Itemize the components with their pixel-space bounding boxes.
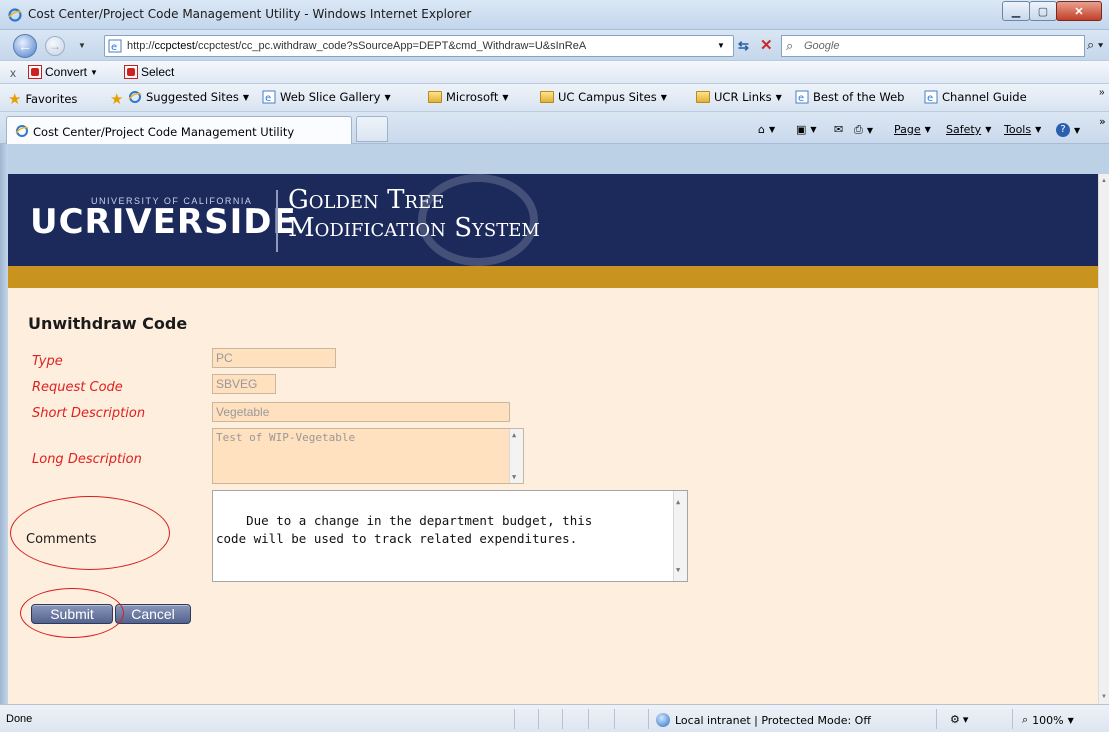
- tab-active[interactable]: Cost Center/Project Code Management Util…: [6, 116, 352, 144]
- svg-text:e: e: [265, 93, 271, 104]
- page-icon: e: [108, 39, 122, 53]
- address-row: ← → ▼ e http://ccpctest/ccpctest/cc_pc.w…: [0, 30, 1109, 60]
- address-url[interactable]: http://ccpctest/ccpctest/cc_pc.withdraw_…: [127, 40, 697, 52]
- convert-button[interactable]: Convert ▼: [28, 65, 98, 79]
- gold-strip: [8, 266, 1098, 288]
- svg-text:e: e: [798, 93, 804, 104]
- ie-tab-icon: [15, 125, 29, 137]
- ie-logo-icon: [8, 8, 22, 22]
- select-pdf-icon: [124, 65, 138, 79]
- search-go-icon[interactable]: ⌕ ▾: [1087, 37, 1103, 53]
- scroll-up-icon[interactable]: ▲: [1101, 178, 1107, 184]
- convert-dropdown-icon: ▼: [90, 67, 98, 77]
- request-code-field: SBVEG: [212, 374, 276, 394]
- window-left-frame: [0, 144, 8, 704]
- page-menu[interactable]: Page ▼: [894, 123, 931, 136]
- refresh-icon[interactable]: ⇆: [738, 38, 749, 54]
- favorites-overflow-icon[interactable]: »: [1099, 87, 1105, 98]
- security-zone[interactable]: Local intranet | Protected Mode: Off: [656, 713, 871, 727]
- ucr-banner: UNIVERSITY OF CALIFORNIA UCRIVERSIDE Gol…: [8, 174, 1098, 266]
- short-description-field: Vegetable: [212, 402, 510, 422]
- page-content: UNIVERSITY OF CALIFORNIA UCRIVERSIDE Gol…: [8, 174, 1098, 704]
- feeds-icon[interactable]: ▣ ▼: [796, 123, 817, 136]
- form-title: Unwithdraw Code: [28, 314, 188, 333]
- fav-item-web-slice-gallery[interactable]: e Web Slice Gallery ▼: [262, 90, 391, 104]
- home-icon[interactable]: ⌂ ▼: [758, 123, 775, 136]
- minimize-button[interactable]: ▁: [1002, 1, 1030, 21]
- mail-icon[interactable]: ✉: [834, 123, 843, 136]
- svg-text:e: e: [111, 42, 117, 53]
- svg-text:e: e: [927, 93, 933, 104]
- ucr-logo: UCRIVERSIDE: [30, 202, 297, 242]
- select-button[interactable]: Select: [124, 65, 174, 79]
- stop-icon[interactable]: ✕: [760, 36, 773, 54]
- type-label: Type: [32, 354, 63, 369]
- close-toolbar-icon[interactable]: x: [10, 66, 16, 80]
- back-button[interactable]: ←: [13, 34, 37, 58]
- window-title-bar: Cost Center/Project Code Management Util…: [0, 0, 1109, 30]
- close-button[interactable]: ✕: [1056, 1, 1102, 21]
- ie-page-icon: [128, 91, 142, 103]
- address-bar[interactable]: e http://ccpctest/ccpctest/cc_pc.withdra…: [104, 35, 734, 57]
- comments-highlight-circle: [10, 496, 170, 570]
- forward-button[interactable]: →: [45, 36, 65, 56]
- page-scrollbar[interactable]: ▲ ▼: [1098, 174, 1109, 704]
- tab-title: Cost Center/Project Code Management Util…: [33, 125, 295, 139]
- status-bar: Done Local intranet | Protected Mode: Of…: [0, 704, 1109, 732]
- fav-item-channel-guide[interactable]: e Channel Guide: [924, 90, 1027, 104]
- new-tab-button[interactable]: [356, 116, 388, 142]
- long-description-label: Long Description: [32, 452, 142, 467]
- maximize-button[interactable]: ▢: [1029, 1, 1057, 21]
- window-title: Cost Center/Project Code Management Util…: [28, 7, 472, 21]
- folder-icon: [428, 91, 442, 103]
- system-title: Golden Tree Modification System: [288, 185, 540, 243]
- intranet-globe-icon: [656, 713, 670, 727]
- fav-item-ucr-links[interactable]: UCR Links ▼: [696, 90, 782, 104]
- folder-icon: [540, 91, 554, 103]
- long-description-scrollbar[interactable]: ▲ ▼: [509, 429, 523, 483]
- protected-mode-icon[interactable]: ⚙ ▾: [950, 713, 968, 726]
- search-placeholder: Google: [804, 40, 840, 52]
- comments-textarea[interactable]: Due to a change in the department budget…: [212, 490, 688, 582]
- zoom-icon: ⌕: [1022, 713, 1029, 726]
- fav-item-microsoft[interactable]: Microsoft ▼: [428, 90, 509, 104]
- help-icon[interactable]: ? ▼: [1056, 123, 1080, 137]
- banner-divider: [276, 190, 278, 252]
- favorites-star-icon: ★: [8, 90, 22, 108]
- command-bar: x Convert ▼ Select: [0, 60, 1109, 84]
- folder-icon: [696, 91, 710, 103]
- ie-page-icon: e: [795, 90, 809, 104]
- zoom-level[interactable]: ⌕ 100% ▼: [1022, 713, 1074, 727]
- ie-page-icon: e: [924, 90, 938, 104]
- ie-page-icon: e: [262, 90, 276, 104]
- print-icon[interactable]: ⎙ ▼: [854, 123, 873, 137]
- submit-highlight-circle: [20, 588, 124, 638]
- fav-item-best-of-the-web[interactable]: e Best of the Web: [795, 90, 904, 104]
- favorites-button[interactable]: ★ Favorites: [8, 90, 77, 108]
- fav-item-suggested-sites[interactable]: Suggested Sites ▼: [128, 90, 249, 104]
- request-code-label: Request Code: [32, 380, 123, 395]
- long-description-field: Test of WIP-Vegetable ▲ ▼: [212, 428, 524, 484]
- short-description-label: Short Description: [32, 406, 146, 421]
- type-field: PC: [212, 348, 336, 368]
- tab-row: Cost Center/Project Code Management Util…: [0, 112, 1109, 144]
- address-dropdown-icon[interactable]: ▼: [717, 41, 725, 50]
- safety-menu[interactable]: Safety ▼: [946, 123, 991, 136]
- search-box[interactable]: ⌕ Google: [781, 35, 1085, 57]
- add-favorites-icon[interactable]: ★: [110, 90, 123, 108]
- scroll-down-icon[interactable]: ▼: [1101, 694, 1107, 700]
- recent-pages-dropdown-icon[interactable]: ▼: [78, 41, 86, 50]
- cancel-button[interactable]: Cancel: [115, 604, 191, 624]
- favorites-bar: ★ Favorites ★ Suggested Sites ▼ e Web Sli…: [0, 84, 1109, 112]
- comments-scrollbar[interactable]: ▲ ▼: [673, 491, 687, 581]
- convert-pdf-icon: [28, 65, 42, 79]
- fav-item-uc-campus-sites[interactable]: UC Campus Sites ▼: [540, 90, 667, 104]
- search-icon: ⌕: [786, 38, 794, 53]
- tools-menu[interactable]: Tools ▼: [1004, 123, 1041, 136]
- toolbar-overflow-icon[interactable]: »: [1099, 115, 1106, 128]
- status-text: Done: [6, 713, 33, 725]
